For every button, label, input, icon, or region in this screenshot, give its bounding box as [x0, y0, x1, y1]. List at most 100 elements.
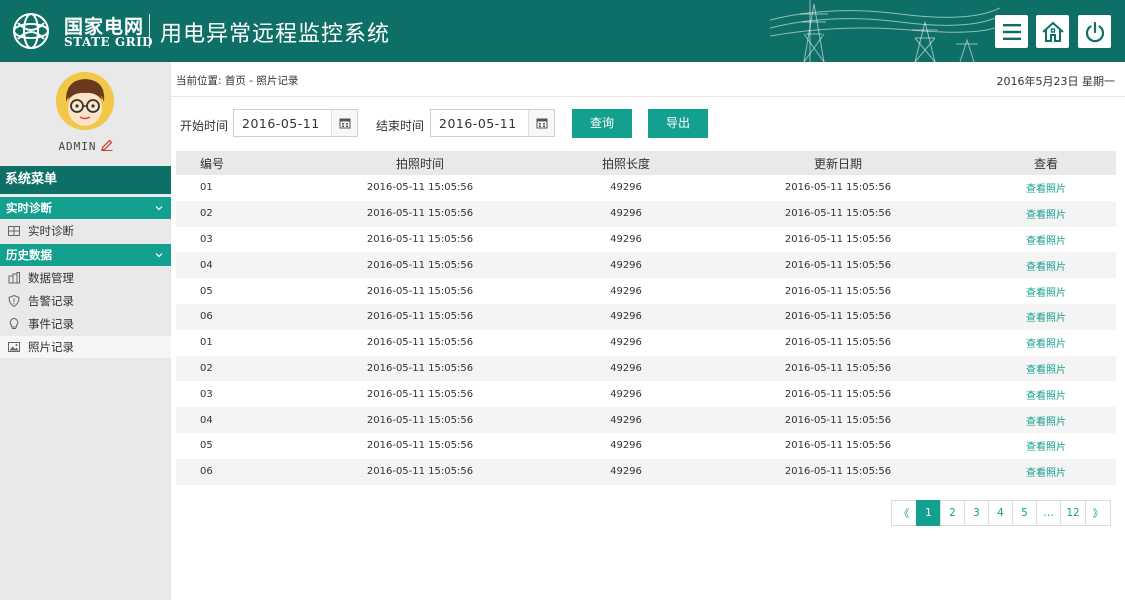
menu-group-realtime[interactable]: 实时诊断: [0, 197, 171, 219]
cell-photo-length: 49296: [610, 182, 642, 194]
view-photo-link[interactable]: 查看照片: [996, 330, 1096, 356]
view-photo-link[interactable]: 查看照片: [996, 278, 1096, 304]
table-row: 02 2016-05-11 15:05:56 49296 2016-05-11 15:…: [176, 200, 1116, 227]
table-row: 01 2016-05-11 15:05:56 49296 2016-05-11 15:…: [176, 330, 1116, 356]
cell-photo-time: 2016-05-11 15:05:56: [366, 208, 474, 220]
pagination-page-1[interactable]: 1: [916, 500, 941, 526]
export-button[interactable]: 导出: [648, 109, 708, 138]
sidebar-item-realtime-diagnose[interactable]: 实时诊断: [0, 220, 171, 242]
end-time-label: 结束时间: [376, 119, 425, 133]
cell-id: 06: [200, 311, 213, 323]
table-row: 04 2016-05-11 15:05:56 49296 2016-05-11 15:…: [176, 252, 1116, 279]
view-photo-link[interactable]: 查看照片: [996, 252, 1096, 278]
cell-photo-length: 49296: [610, 233, 642, 245]
view-photo-link[interactable]: 查看照片: [996, 227, 1096, 253]
table-row: 03 2016-05-11 15:05:56 49296 2016-05-11 15:…: [176, 227, 1116, 253]
pagination-page-3[interactable]: 3: [964, 500, 989, 526]
start-date-input[interactable]: 2016-05-11: [233, 109, 358, 137]
cell-update-date: 2016-05-11 15:05:56: [784, 182, 892, 194]
table-row: 03 2016-05-11 15:05:56 49296 2016-05-11 15:…: [176, 381, 1116, 407]
cell-photo-length: 49296: [610, 208, 642, 220]
end-date-value: 2016-05-11: [439, 116, 517, 131]
menu-title: 系统菜单: [0, 166, 171, 194]
sidebar-item-label: 实时诊断: [28, 224, 74, 238]
pagination-ellipsis[interactable]: …: [1036, 500, 1061, 526]
admin-label: ADMIN: [0, 139, 171, 153]
power-icon: [1085, 21, 1104, 42]
cell-update-date: 2016-05-11 15:05:56: [784, 259, 892, 271]
menu-icon: [1002, 23, 1021, 40]
cell-id: 05: [200, 285, 213, 297]
cell-update-date: 2016-05-11 15:05:56: [784, 362, 892, 374]
table-row: 05 2016-05-11 15:05:56 49296 2016-05-11 15:…: [176, 278, 1116, 304]
chevron-down-icon: [155, 206, 163, 211]
view-photo-link[interactable]: 查看照片: [996, 304, 1096, 330]
cell-photo-time: 2016-05-11 15:05:56: [366, 440, 474, 452]
cell-photo-time: 2016-05-11 15:05:56: [366, 414, 474, 426]
table-row: 06 2016-05-11 15:05:56 49296 2016-05-11 15:…: [176, 303, 1116, 330]
sidebar-item-data-management[interactable]: 数据管理: [0, 267, 171, 289]
pagination-next-button[interactable]: 》: [1085, 500, 1111, 526]
cell-photo-length: 49296: [610, 311, 642, 323]
cell-photo-time: 2016-05-11 15:05:56: [366, 285, 474, 297]
cell-photo-length: 49296: [610, 388, 642, 400]
pagination-page-12[interactable]: 12: [1060, 500, 1086, 526]
cell-photo-time: 2016-05-11 15:05:56: [366, 337, 474, 349]
cell-photo-time: 2016-05-11 15:05:56: [366, 311, 474, 323]
view-photo-link[interactable]: 查看照片: [996, 459, 1096, 485]
breadcrumb-divider: [171, 96, 1125, 97]
brand-name-en: STATE GRID: [64, 35, 154, 49]
cell-photo-length: 49296: [610, 440, 642, 452]
menu-group-history[interactable]: 历史数据: [0, 244, 171, 266]
sidebar-item-label: 照片记录: [28, 340, 74, 354]
calendar-button[interactable]: [331, 110, 357, 136]
cell-update-date: 2016-05-11 15:05:56: [784, 208, 892, 220]
edit-pencil-icon[interactable]: [100, 139, 113, 151]
end-date-input[interactable]: 2016-05-11: [430, 109, 555, 137]
cell-update-date: 2016-05-11 15:05:56: [784, 440, 892, 452]
avatar[interactable]: [56, 72, 114, 130]
view-photo-link[interactable]: 查看照片: [996, 407, 1096, 433]
table-row: 01 2016-05-11 15:05:56 49296 2016-05-11 15:…: [176, 175, 1116, 201]
view-photo-link[interactable]: 查看照片: [996, 201, 1096, 227]
sidebar-item-label: 事件记录: [28, 317, 74, 331]
pagination-page-5[interactable]: 5: [1012, 500, 1037, 526]
sidebar-item-photo-records[interactable]: 照片记录: [0, 336, 171, 358]
view-photo-link[interactable]: 查看照片: [996, 175, 1096, 201]
view-photo-link[interactable]: 查看照片: [996, 356, 1096, 382]
query-button[interactable]: 查询: [572, 109, 632, 138]
cell-photo-time: 2016-05-11 15:05:56: [366, 259, 474, 271]
top-header: 国家电网 STATE GRID 用电异常远程监控系统: [0, 0, 1125, 62]
calendar-icon: [536, 118, 547, 129]
menu-group-label: 实时诊断: [6, 201, 52, 215]
cell-update-date: 2016-05-11 15:05:56: [784, 285, 892, 297]
cell-update-date: 2016-05-11 15:05:56: [784, 388, 892, 400]
home-button[interactable]: [1036, 15, 1069, 48]
menu-button[interactable]: [995, 15, 1028, 48]
sidebar-item-label: 告警记录: [28, 294, 74, 308]
cell-update-date: 2016-05-11 15:05:56: [784, 414, 892, 426]
cell-photo-time: 2016-05-11 15:05:56: [366, 362, 474, 374]
power-button[interactable]: [1078, 15, 1111, 48]
sidebar-item-event-records[interactable]: 事件记录: [0, 313, 171, 335]
diagnose-icon: [8, 226, 20, 236]
user-name: ADMIN: [58, 140, 97, 153]
column-header-id: 编号: [200, 156, 225, 171]
pagination-prev-button[interactable]: 《: [891, 500, 917, 526]
sidebar: ADMIN 系统菜单 实时诊断 实时诊断 历史数据 数据管理 告警记录 事件记录…: [0, 62, 171, 600]
calendar-icon: [339, 118, 350, 129]
user-profile: ADMIN: [0, 62, 171, 164]
view-photo-link[interactable]: 查看照片: [996, 381, 1096, 407]
calendar-button[interactable]: [528, 110, 554, 136]
column-header-update-date: 更新日期: [813, 156, 862, 171]
table-header: 编号 拍照时间 拍照长度 更新日期 查看: [176, 151, 1116, 175]
cell-photo-time: 2016-05-11 15:05:56: [366, 388, 474, 400]
sidebar-item-alarm-records[interactable]: 告警记录: [0, 290, 171, 312]
alarm-shield-icon: [8, 295, 20, 307]
pagination-page-4[interactable]: 4: [988, 500, 1013, 526]
cell-id: 03: [200, 388, 213, 400]
cell-update-date: 2016-05-11 15:05:56: [784, 233, 892, 245]
view-photo-link[interactable]: 查看照片: [996, 433, 1096, 459]
pagination-page-2[interactable]: 2: [940, 500, 965, 526]
cell-id: 02: [200, 208, 213, 220]
